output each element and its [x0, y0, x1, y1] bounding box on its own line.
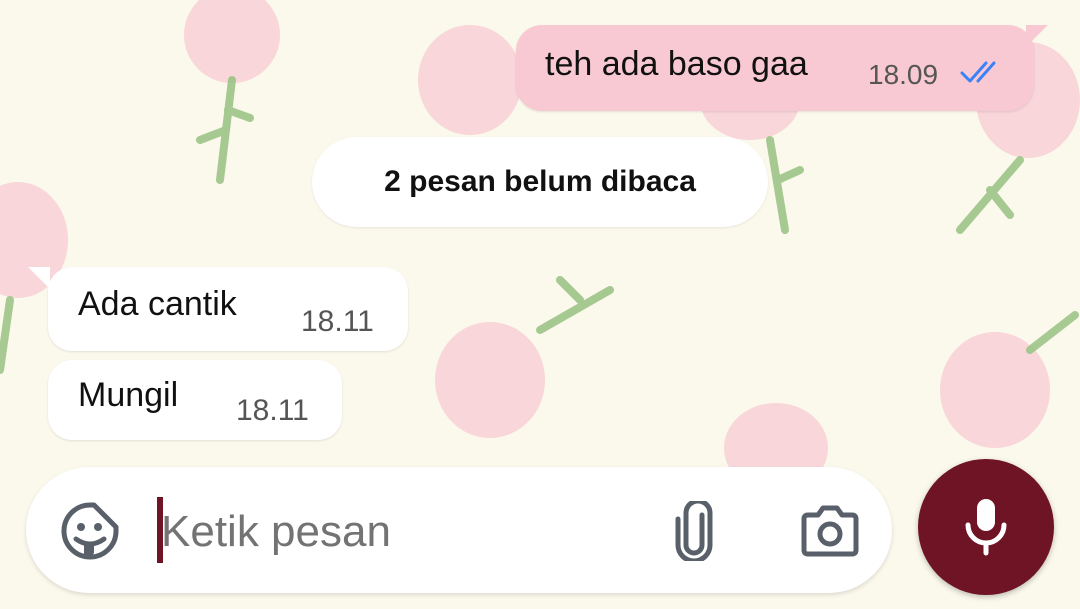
- incoming-message-bubble[interactable]: Mungil 18.11: [48, 360, 342, 440]
- outgoing-message-bubble[interactable]: teh ada baso gaa 18.09: [516, 25, 1048, 111]
- paperclip-icon[interactable]: [672, 498, 716, 566]
- message-text: Mungil: [78, 376, 179, 414]
- message-composer: Ketik pesan: [26, 467, 892, 593]
- message-time: 18.11: [236, 394, 309, 427]
- sticker-icon[interactable]: [60, 501, 120, 566]
- message-input[interactable]: Ketik pesan: [161, 507, 391, 557]
- microphone-icon: [965, 499, 1007, 556]
- voice-message-button[interactable]: [918, 459, 1054, 595]
- message-text: Ada cantik: [78, 285, 237, 323]
- message-text: teh ada baso gaa: [545, 45, 808, 83]
- message-time: 18.11: [301, 305, 374, 338]
- read-double-check-icon: [960, 61, 1006, 88]
- unread-messages-divider: 2 pesan belum dibaca: [312, 137, 768, 227]
- camera-icon[interactable]: [800, 505, 860, 562]
- incoming-message-bubble[interactable]: Ada cantik 18.11: [28, 267, 408, 351]
- unread-divider-label: 2 pesan belum dibaca: [384, 165, 696, 198]
- message-time: 18.09: [868, 59, 939, 90]
